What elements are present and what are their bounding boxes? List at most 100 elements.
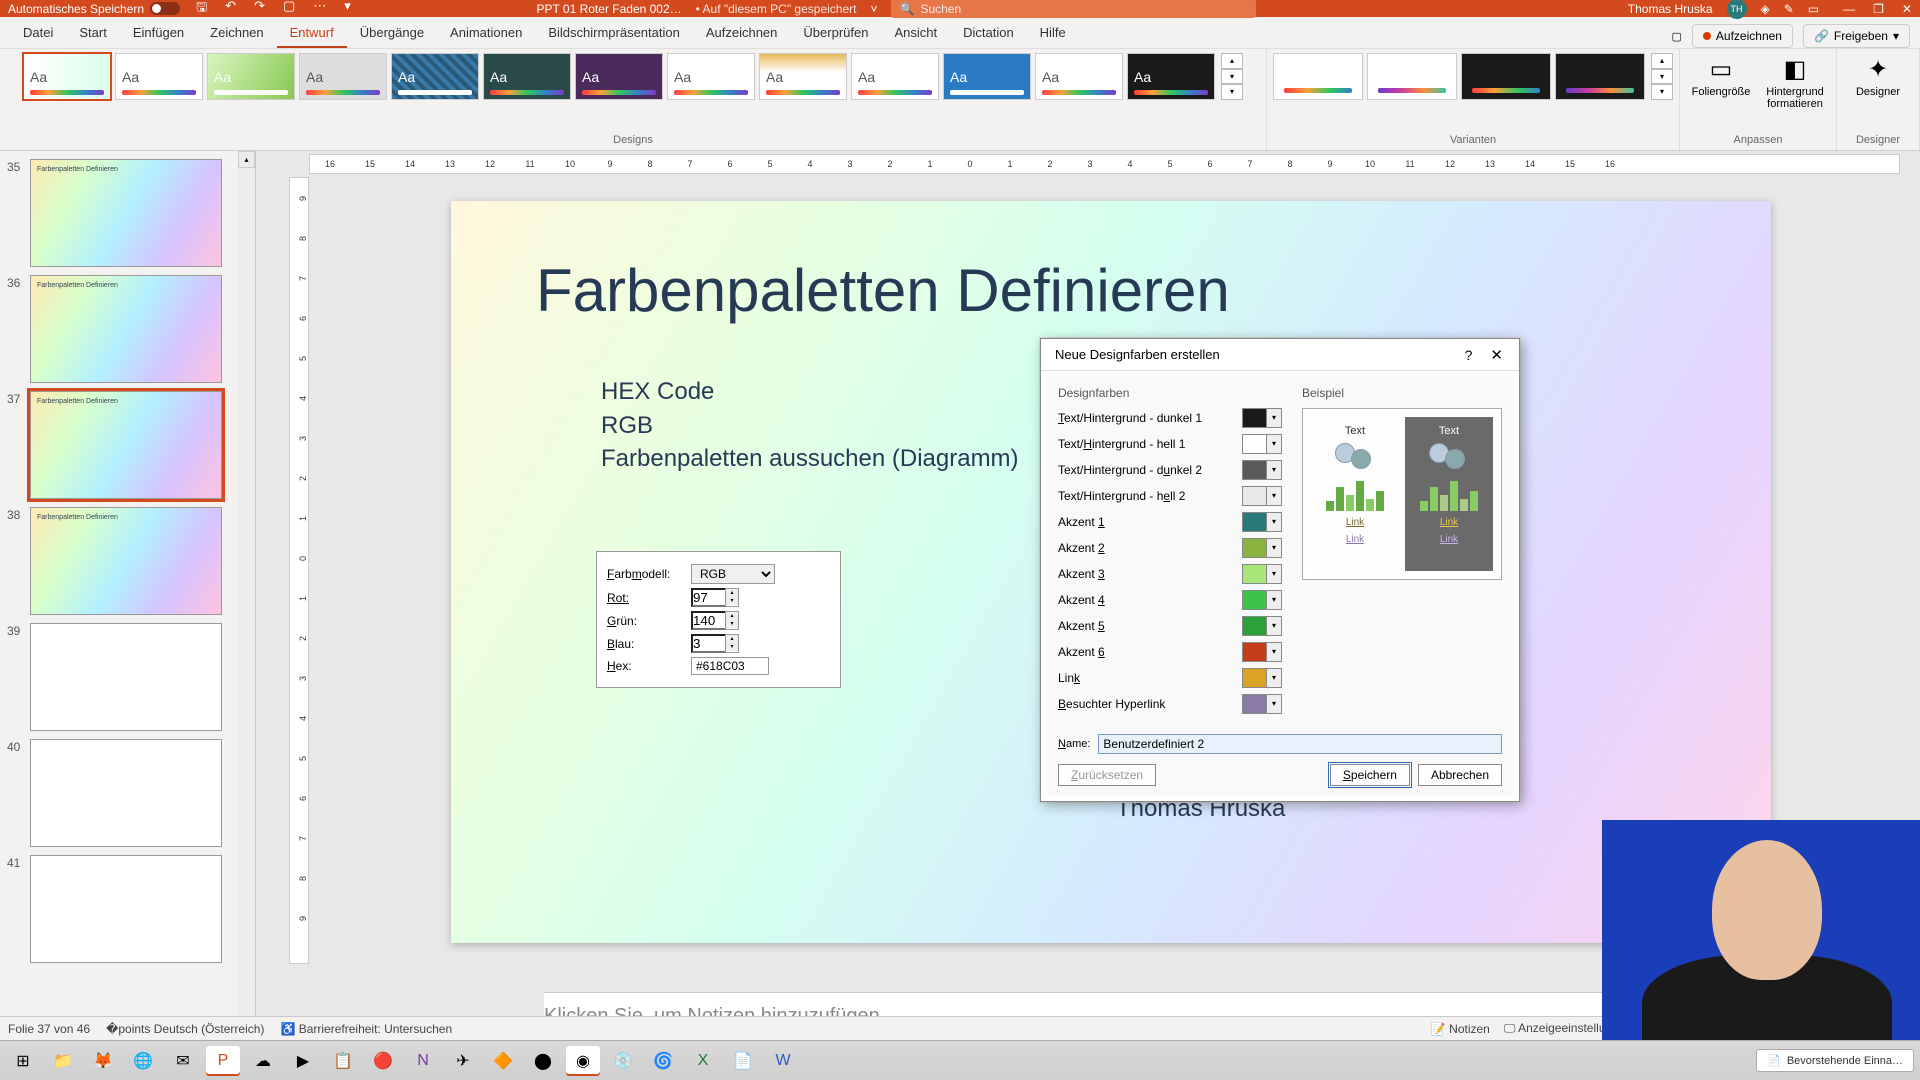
variants-gallery[interactable]: ▴▾▾ [1273, 53, 1673, 100]
slide-size-button[interactable]: ▭Foliengröße [1686, 53, 1756, 110]
color-dropdown[interactable]: ▾ [1242, 694, 1282, 714]
design-theme[interactable]: Aa [1127, 53, 1215, 100]
slide-thumbnails-pane[interactable]: Farbenpaletten Definieren35Farbenpalette… [0, 151, 256, 1044]
slide-thumbnail[interactable]: Farbenpaletten Definieren36 [30, 275, 222, 383]
variant[interactable] [1555, 53, 1645, 100]
spinner[interactable]: ▴▾ [725, 634, 739, 653]
notizen-button[interactable]: 📝 Notizen [1431, 1022, 1490, 1036]
tab-bildschirmpräsentation[interactable]: Bildschirmpräsentation [535, 18, 693, 48]
diamond-icon[interactable]: ◈ [1761, 2, 1770, 16]
cancel-button[interactable]: Abbrechen [1418, 764, 1502, 786]
tray-doc[interactable]: 📄Bevorstehende Einna… [1756, 1049, 1914, 1072]
designer-button[interactable]: ✦Designer [1843, 53, 1913, 98]
search-input-wrap[interactable]: 🔍 Suchen [891, 0, 1256, 18]
doc-saved[interactable]: • Auf "diesem PC" gespeichert [696, 2, 857, 16]
color-dropdown[interactable]: ▾ [1242, 642, 1282, 662]
save-icon[interactable]: 🖫 [196, 0, 207, 20]
scroll-up-icon[interactable]: ▴ [238, 151, 255, 168]
design-theme[interactable]: Aa [759, 53, 847, 100]
color-dropdown[interactable]: ▾ [1242, 616, 1282, 636]
tab-einfügen[interactable]: Einfügen [120, 18, 197, 48]
powerpoint-icon[interactable]: P [206, 1046, 240, 1076]
scrollbar[interactable]: ▴ ▾ [238, 151, 255, 1044]
avatar[interactable]: TH [1727, 0, 1747, 19]
word-icon[interactable]: W [766, 1046, 800, 1076]
minimize-icon[interactable]: — [1843, 2, 1855, 16]
save-button[interactable]: Speichern [1330, 764, 1410, 786]
edge-icon[interactable]: 🌀 [646, 1046, 680, 1076]
record-button[interactable]: Aufzeichnen [1692, 24, 1793, 48]
designs-gallery[interactable]: Aa Aa Aa Aa Aa Aa Aa Aa Aa Aa Aa Aa Aa ▴… [23, 53, 1243, 100]
lang-indicator[interactable]: �points Deutsch (Österreich) [106, 1022, 264, 1036]
design-theme[interactable]: Aa [299, 53, 387, 100]
color-dropdown[interactable]: ▾ [1242, 460, 1282, 480]
accessibility-indicator[interactable]: ♿ Barrierefreiheit: Untersuchen [280, 1022, 452, 1036]
slide-thumbnail[interactable]: Farbenpaletten Definieren38 [30, 507, 222, 615]
present-icon[interactable]: ▢ [283, 0, 295, 20]
color-dropdown[interactable]: ▾ [1242, 512, 1282, 532]
tab-übergänge[interactable]: Übergänge [347, 18, 437, 48]
autosave-toggle[interactable]: Automatisches Speichern [8, 2, 180, 16]
app-icon[interactable]: 🔶 [486, 1046, 520, 1076]
tab-zeichnen[interactable]: Zeichnen [197, 18, 276, 48]
spinner[interactable]: ▴▾ [725, 588, 739, 607]
obs-icon[interactable]: ⬤ [526, 1046, 560, 1076]
explorer-icon[interactable]: 📁 [46, 1046, 80, 1076]
excel-icon[interactable]: X [686, 1046, 720, 1076]
slide-indicator[interactable]: Folie 37 von 46 [8, 1022, 90, 1036]
reset-button[interactable]: Zurücksetzen [1058, 764, 1156, 786]
color-dropdown[interactable]: ▾ [1242, 538, 1282, 558]
chrome-icon[interactable]: 🌐 [126, 1046, 160, 1076]
color-dropdown[interactable]: ▾ [1242, 668, 1282, 688]
slide-thumbnail[interactable]: Farbenpaletten Definieren35 [30, 159, 222, 267]
doc-name[interactable]: PPT 01 Roter Faden 002… [536, 2, 681, 16]
hex-input[interactable] [691, 657, 769, 675]
start-icon[interactable]: ⊞ [6, 1046, 40, 1076]
design-theme[interactable]: Aa [851, 53, 939, 100]
color-dropdown[interactable]: ▾ [1242, 564, 1282, 584]
app-icon[interactable]: 🔴 [366, 1046, 400, 1076]
spinner[interactable]: ▴▾ [725, 611, 739, 630]
tab-hilfe[interactable]: Hilfe [1027, 18, 1079, 48]
gallery-scroll[interactable]: ▴▾▾ [1651, 53, 1673, 100]
blau-input[interactable] [691, 634, 725, 653]
slide-thumbnail[interactable]: Farbenpaletten Definieren37 [30, 391, 222, 499]
share-button[interactable]: 🔗Freigeben ▾ [1803, 24, 1910, 48]
windows-taskbar[interactable]: ⊞ 📁 🦊 🌐 ✉ P ☁ ▶ 📋 🔴 N ✈ 🔶 ⬤ ◉ 💿 🌀 X 📄 W … [0, 1040, 1920, 1080]
onenote-icon[interactable]: N [406, 1046, 440, 1076]
tab-datei[interactable]: Datei [10, 18, 66, 48]
gruen-input[interactable] [691, 611, 725, 630]
outlook-icon[interactable]: ✉ [166, 1046, 200, 1076]
tab-überprüfen[interactable]: Überprüfen [790, 18, 881, 48]
collapse-ribbon-icon[interactable]: ▢ [1672, 30, 1682, 43]
variant[interactable] [1367, 53, 1457, 100]
variant[interactable] [1461, 53, 1551, 100]
rot-input[interactable] [691, 588, 725, 607]
design-theme[interactable]: Aa [943, 53, 1031, 100]
user-name[interactable]: Thomas Hruska [1628, 2, 1713, 16]
design-theme[interactable]: Aa [23, 53, 111, 100]
help-icon[interactable]: ? [1453, 347, 1485, 363]
tab-animationen[interactable]: Animationen [437, 18, 535, 48]
telegram-icon[interactable]: ✈ [446, 1046, 480, 1076]
design-theme[interactable]: Aa [575, 53, 663, 100]
color-dropdown[interactable]: ▾ [1242, 434, 1282, 454]
chevron-down-icon[interactable]: ˅ [870, 2, 877, 16]
variant[interactable] [1273, 53, 1363, 100]
slide-title[interactable]: Farbenpaletten Definieren [536, 256, 1771, 325]
dialog-titlebar[interactable]: Neue Designfarben erstellen ? ✕ [1041, 339, 1519, 371]
vlc-icon[interactable]: ▶ [286, 1046, 320, 1076]
maximize-icon[interactable]: ❐ [1873, 2, 1884, 16]
model-select[interactable]: RGB [691, 564, 775, 584]
design-theme[interactable]: Aa [115, 53, 203, 100]
design-theme[interactable]: Aa [391, 53, 479, 100]
undo-icon[interactable]: ↶ [225, 0, 236, 20]
design-theme[interactable]: Aa [483, 53, 571, 100]
color-dropdown[interactable]: ▾ [1242, 486, 1282, 506]
color-dropdown[interactable]: ▾ [1242, 590, 1282, 610]
app-icon[interactable]: 💿 [606, 1046, 640, 1076]
redo-icon[interactable]: ↷ [254, 0, 265, 20]
color-dropdown[interactable]: ▾ [1242, 408, 1282, 428]
gallery-scroll[interactable]: ▴▾▾ [1221, 53, 1243, 100]
design-theme[interactable]: Aa [207, 53, 295, 100]
